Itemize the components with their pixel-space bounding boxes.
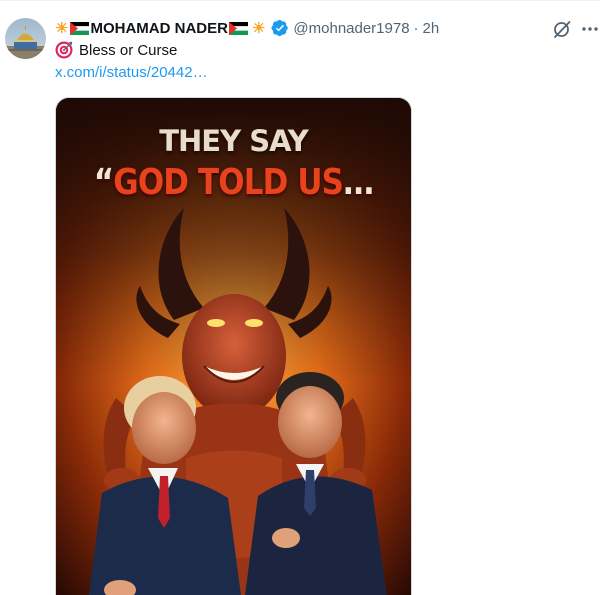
display-name[interactable]: ☀ MOHAMAD NADER ☀ [55,19,266,38]
tweet-text-content: Bless or Curse [79,41,178,59]
tweet[interactable]: ☀ MOHAMAD NADER ☀ @mohnader1978 · 2h Ble… [0,0,600,595]
verified-badge-icon[interactable] [271,19,289,37]
avatar[interactable] [5,18,46,59]
tweet-media-image[interactable]: THEY SAY “GOD TOLD US… [55,97,412,595]
status-link[interactable]: x.com/i/status/20442… [55,64,208,81]
media-headline-text: GOD TOLD US [113,162,344,203]
grok-icon[interactable] [551,18,573,40]
author-handle[interactable]: @mohnader1978 [293,20,409,37]
palestine-flag-icon [70,21,90,35]
separator-dot: · [413,19,419,37]
target-icon [55,41,73,59]
media-headline-line2: “GOD TOLD US… [81,162,386,203]
tweet-header: ☀ MOHAMAD NADER ☀ @mohnader1978 · 2h [55,18,439,38]
palestine-flag-icon [228,21,248,35]
media-headline-line1: THEY SAY [159,124,309,158]
media-headline-ellipsis: … [343,162,374,203]
display-name-text: MOHAMAD NADER [90,19,228,37]
more-icon[interactable] [580,19,600,39]
tweet-text: Bless or Curse [55,41,177,59]
sun-icon: ☀ [55,20,69,37]
post-time[interactable]: 2h [423,20,440,37]
sun-icon: ☀ [251,20,266,37]
dome-of-the-rock-avatar-icon [5,18,46,59]
media-headline-quote: “ [93,162,114,203]
